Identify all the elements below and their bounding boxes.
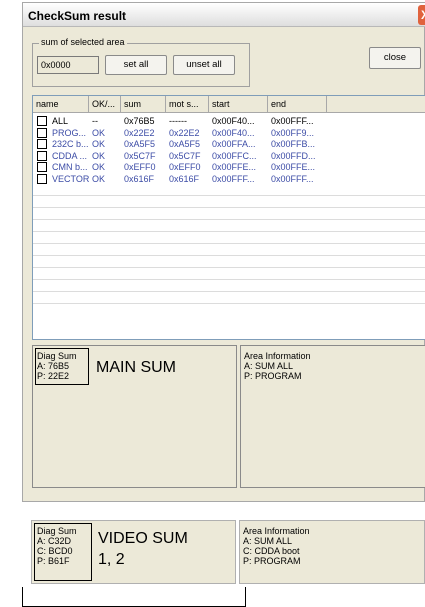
cell-mot: 0x22E2 [169, 127, 200, 138]
main-sum-annotation: MAIN SUM [96, 359, 176, 376]
cell-ok: OK [92, 162, 106, 172]
table-row[interactable]: PROG... OK 0x22E2 0x22E2 0x00F40... 0x00FF9..… [33, 127, 425, 139]
column-header-mot-sum[interactable]: mot s... [166, 96, 209, 113]
close-icon[interactable]: X [418, 5, 425, 25]
cell-end: 0x00FFF... [271, 116, 314, 126]
cell-sum: 0x616F [124, 173, 155, 184]
video-diag-sum-p: P: B61F [37, 556, 70, 566]
cell-mot: 0x616F [169, 173, 200, 184]
row-checkbox[interactable] [37, 150, 47, 161]
area-info-a: A: SUM ALL [244, 361, 294, 371]
table-row[interactable]: CDDA ... OK 0x5C7F 0x5C7F 0x00FFC... 0x00FFD.… [33, 150, 425, 162]
checksum-window: CheckSum result X sum of selected area 0… [22, 2, 425, 502]
video-diag-sum-panel: Diag Sum A: C32D C: BCD0 P: B61F VIDEO S… [31, 520, 236, 584]
empty-row-line [33, 231, 425, 232]
selected-sum-field: 0x0000 [37, 56, 99, 74]
empty-row-line [33, 255, 425, 256]
table-row[interactable]: 232C b... OK 0xA5F5 0xA5F5 0x00FFA... 0x00FFB… [33, 139, 425, 150]
table-row[interactable]: CMN b... OK 0xEFF0 0xEFF0 0x00FFE... 0x00FFE.… [33, 162, 425, 173]
unset-all-button[interactable]: unset all [173, 55, 235, 75]
cell-start: 0x00F40... [212, 127, 255, 138]
close-button[interactable]: close [369, 47, 421, 69]
video-area-info-panel: Area Information A: SUM ALL C: CDDA boot… [239, 520, 425, 584]
area-info-panel: Area Information A: SUM ALL P: PROGRAM [240, 345, 425, 488]
diag-sum-panel: Diag Sum A: 76B5 P: 22E2 MAIN SUM [32, 345, 237, 488]
table-row[interactable]: ALL -- 0x76B5 ------ 0x00F40... 0x00FFF... [33, 116, 425, 127]
video-area-info-a: A: SUM ALL [243, 536, 293, 546]
empty-row-line [33, 279, 425, 280]
selected-area-label: sum of selected area [39, 37, 127, 47]
video-sum-annotation-numbers: 1, 2 [98, 551, 125, 568]
area-info-title: Area Information [244, 351, 311, 361]
title-bar[interactable]: CheckSum result X [23, 3, 425, 27]
cell-name: ALL [52, 116, 69, 126]
cell-ok: OK [92, 173, 106, 184]
cell-ok: OK [92, 150, 106, 161]
cell-start: 0x00FFF... [212, 173, 255, 184]
row-checkbox[interactable] [37, 173, 47, 184]
cell-sum: 0x5C7F [124, 150, 156, 161]
column-header-ok[interactable]: OK/... [89, 96, 121, 113]
column-header-sum[interactable]: sum [121, 96, 166, 113]
diag-sum-a: A: 76B5 [37, 361, 70, 371]
column-header-start[interactable]: start [209, 96, 268, 113]
row-checkbox[interactable] [37, 162, 47, 172]
cell-name: CMN b... [52, 162, 88, 172]
cell-end: 0x00FFE... [271, 162, 316, 172]
cell-mot: 0xEFF0 [169, 162, 201, 172]
column-header-name[interactable]: name [33, 96, 89, 113]
cell-end: 0x00FFD... [271, 150, 316, 161]
area-table: name OK/... sum mot s... start end ALL --… [32, 95, 425, 340]
video-sum-annotation: VIDEO SUM [98, 530, 188, 547]
cell-ok: OK [92, 127, 106, 138]
empty-row-line [33, 243, 425, 244]
row-checkbox[interactable] [37, 127, 47, 138]
video-area-info-title: Area Information [243, 526, 310, 536]
cell-mot: ------ [169, 116, 187, 126]
diag-sum-p: P: 22E2 [37, 371, 70, 381]
cell-name: VECTOR [52, 173, 89, 184]
cell-name: CDDA ... [52, 150, 88, 161]
cell-ok: OK [92, 139, 106, 149]
cell-start: 0x00FFA... [212, 139, 256, 149]
cell-mot: 0x5C7F [169, 150, 201, 161]
row-checkbox[interactable] [37, 139, 47, 149]
window-title: CheckSum result [28, 9, 127, 23]
cell-end: 0x00FF9... [271, 127, 315, 138]
empty-row-line [33, 291, 425, 292]
area-info-p: P: PROGRAM [244, 371, 302, 381]
cell-ok: -- [92, 116, 98, 126]
row-checkbox[interactable] [37, 116, 47, 126]
cell-mot: 0xA5F5 [169, 139, 201, 149]
cell-sum: 0xEFF0 [124, 162, 156, 172]
video-area-info-c: C: CDDA boot [243, 546, 300, 556]
column-header-blank [327, 96, 425, 113]
column-header-end[interactable]: end [268, 96, 327, 113]
cell-start: 0x00F40... [212, 116, 255, 126]
video-diag-sum-title: Diag Sum [37, 526, 77, 536]
cell-start: 0x00FFE... [212, 162, 257, 172]
diag-sum-title: Diag Sum [37, 351, 77, 361]
empty-row-line [33, 267, 425, 268]
video-diag-sum-a: A: C32D [37, 536, 72, 546]
cell-sum: 0x76B5 [124, 116, 155, 126]
cell-end: 0x00FFF... [271, 173, 314, 184]
empty-row-line [33, 195, 425, 196]
cell-start: 0x00FFC... [212, 150, 257, 161]
empty-row-line [33, 207, 425, 208]
video-diag-sum-c: C: BCD0 [37, 546, 73, 556]
cell-name: 232C b... [52, 139, 89, 149]
set-all-button[interactable]: set all [105, 55, 167, 75]
empty-row-line [33, 219, 425, 220]
cell-name: PROG... [52, 127, 87, 138]
cell-sum: 0xA5F5 [124, 139, 156, 149]
empty-row-line [33, 303, 425, 304]
table-header: name OK/... sum mot s... start end [33, 96, 425, 113]
cell-sum: 0x22E2 [124, 127, 155, 138]
selected-area-group: sum of selected area 0x0000 set all unse… [32, 37, 250, 87]
bottom-outline [22, 587, 246, 607]
cell-end: 0x00FFB... [271, 139, 316, 149]
video-area-info-p: P: PROGRAM [243, 556, 301, 566]
table-row[interactable]: VECTOR OK 0x616F 0x616F 0x00FFF... 0x00FFF... [33, 173, 425, 185]
